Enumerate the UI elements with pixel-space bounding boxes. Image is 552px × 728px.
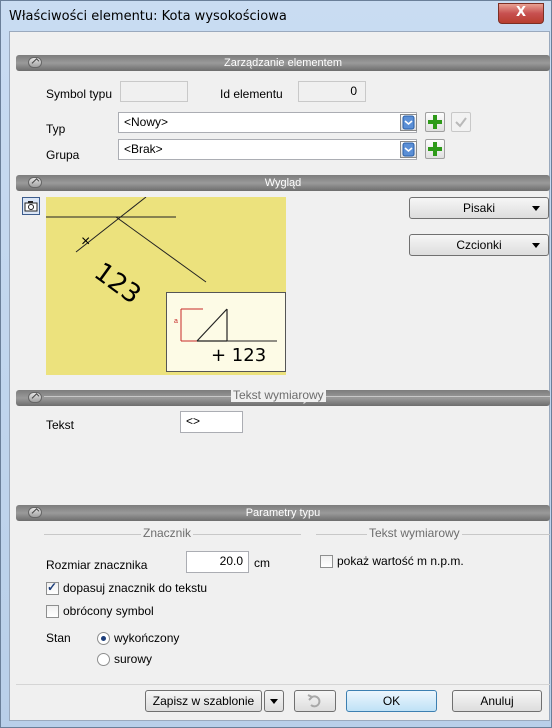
inset-text: + 123: [211, 345, 267, 366]
plus-icon: [428, 115, 442, 129]
group-picker-icon[interactable]: [400, 141, 417, 158]
chevron-down-icon: [532, 206, 540, 211]
close-button[interactable]: X: [498, 3, 544, 24]
element-id-label: Id elementu: [220, 87, 283, 101]
add-group-button[interactable]: [425, 139, 445, 159]
section-header-appearance[interactable]: Wygląd: [16, 175, 550, 191]
show-elevation-checkbox[interactable]: [320, 555, 333, 568]
text-label: Tekst: [46, 418, 75, 432]
marker-size-label: Rozmiar znacznika: [46, 558, 148, 572]
fonts-dropdown[interactable]: Czcionki: [409, 234, 549, 256]
state-finished-label: wykończony: [114, 631, 180, 645]
pens-dropdown[interactable]: Pisaki: [409, 197, 549, 219]
add-type-button[interactable]: [425, 112, 445, 132]
element-id-field[interactable]: 0: [298, 81, 366, 102]
rotated-symbol-checkbox[interactable]: [46, 605, 59, 618]
save-template-button[interactable]: Zapisz w szablonie: [145, 690, 262, 712]
preview-marker: ×: [81, 233, 91, 250]
section-title: Parametry typu: [245, 507, 321, 519]
state-raw-label: surowy: [114, 652, 153, 666]
symbol-type-field[interactable]: [120, 81, 188, 102]
plus-icon: [428, 142, 442, 156]
cancel-button[interactable]: Anuluj: [452, 690, 542, 712]
section-header-type-parameters[interactable]: Parametry typu: [16, 505, 550, 521]
title-bar[interactable]: Właściwości elementu: Kota wysokościowa …: [1, 1, 551, 31]
camera-icon[interactable]: [22, 197, 40, 215]
collapse-chevron-icon[interactable]: [28, 392, 42, 403]
chevron-down-icon: [270, 699, 278, 704]
inset-a-label: a: [174, 318, 178, 325]
section-title: Wygląd: [264, 177, 302, 189]
collapse-chevron-icon[interactable]: [28, 177, 42, 188]
section-header-management[interactable]: Zarządzanie elementem: [16, 55, 550, 71]
marker-size-unit: cm: [254, 556, 270, 570]
group-label: Grupa: [46, 148, 80, 162]
footer-separator: [16, 684, 550, 685]
section-title: Zarządzanie elementem: [223, 57, 342, 69]
type-picker-icon[interactable]: [400, 114, 417, 131]
fonts-label: Czcionki: [456, 238, 502, 252]
save-template-menu-button[interactable]: [264, 690, 284, 712]
accept-type-button[interactable]: [451, 112, 471, 132]
pens-label: Pisaki: [462, 201, 495, 215]
dimension-text-group-label: Tekst wymiarowy: [367, 526, 462, 540]
state-finished-radio[interactable]: [97, 632, 110, 645]
type-field[interactable]: <Nowy>: [118, 112, 417, 133]
symbol-type-label: Symbol typu: [46, 87, 113, 101]
state-label: Stan: [46, 631, 71, 645]
collapse-chevron-icon[interactable]: [28, 57, 42, 68]
fit-marker-checkbox[interactable]: [46, 580, 59, 595]
checkmark-icon: [455, 117, 467, 128]
fit-marker-label: dopasuj znacznik do tekstu: [63, 581, 208, 595]
undo-button[interactable]: [294, 690, 336, 712]
marker-group-label: Znacznik: [141, 526, 194, 540]
rotated-symbol-label: obrócony symbol: [63, 604, 154, 618]
group-field[interactable]: <Brak>: [118, 139, 417, 160]
collapse-chevron-icon[interactable]: [28, 507, 42, 518]
show-elevation-label: pokaż wartość m n.p.m.: [337, 554, 464, 568]
type-label: Typ: [46, 122, 66, 136]
ok-button[interactable]: OK: [346, 690, 437, 712]
preview-inset: a + 123: [166, 292, 286, 372]
text-field[interactable]: <>: [180, 411, 243, 433]
window-title: Właściwości elementu: Kota wysokościowa: [9, 9, 287, 24]
chevron-down-icon: [532, 243, 540, 248]
undo-icon: [307, 694, 321, 708]
marker-size-field[interactable]: 20.0: [186, 551, 249, 573]
text-group-label: Tekst wymiarowy: [231, 388, 326, 402]
state-raw-radio[interactable]: [97, 653, 110, 666]
